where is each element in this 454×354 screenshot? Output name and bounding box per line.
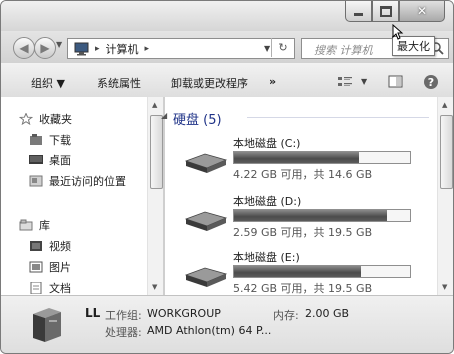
workgroup-label: 工作组: (105, 309, 142, 322)
address-bar[interactable]: ▸ 计算机 ▸ ▼ (67, 38, 295, 59)
navigation-pane: 收藏夹 下载 桌面 最近访问的位置 库 视频 图片 文档 (1, 97, 147, 295)
nav-pictures-label: 图片 (49, 261, 71, 274)
desktop-icon (29, 155, 43, 164)
collapse-group-icon[interactable]: ◢ (161, 111, 167, 120)
address-row: ◀ ▶ ▼ ▸ 计算机 ▸ ▼ ↻ 搜索 计算机 (1, 31, 453, 63)
view-dropdown[interactable]: ▼ (361, 77, 367, 86)
drive-name: 本地磁盘 (D:) (233, 195, 302, 208)
maximize-icon (379, 5, 392, 17)
drive-name: 本地磁盘 (E:) (233, 251, 300, 264)
drive-usage-fill (234, 152, 359, 163)
download-folder-icon (30, 134, 42, 145)
group-header-hard-drives[interactable]: 硬盘 (5) (173, 109, 222, 128)
nav-scrollbar[interactable]: ▲ ▼ (147, 97, 164, 295)
computer-name: LL (85, 306, 101, 320)
nav-videos-label: 视频 (49, 240, 71, 253)
back-arrow-icon: ◀ (19, 41, 29, 55)
star-icon (19, 113, 33, 125)
breadcrumb-sep-2[interactable]: ▸ (145, 44, 150, 54)
library-icon (19, 219, 33, 231)
forward-button[interactable]: ▶ (34, 37, 56, 59)
help-icon[interactable]: ? (423, 74, 439, 90)
content-pane: ◢ 硬盘 (5) 本地磁盘 (C:) 4.22 GB 可用，共 14.6 GB … (161, 97, 437, 295)
drive-usage-bar (233, 265, 411, 278)
nav-favorites[interactable]: 收藏夹 (19, 111, 72, 127)
preview-pane-icon[interactable] (388, 75, 404, 89)
search-input[interactable]: 搜索 计算机 (314, 42, 373, 58)
workgroup-value: WORKGROUP (147, 307, 221, 320)
computer-tower-icon (33, 308, 61, 342)
details-pane: LL 工作组: WORKGROUP 内存: 2.00 GB 处理器: AMD A… (1, 295, 453, 353)
scroll-down-icon[interactable]: ▼ (152, 283, 157, 291)
close-icon: ✕ (416, 4, 428, 18)
nav-videos[interactable]: 视频 (29, 238, 71, 254)
drive-usage-bar (233, 209, 411, 222)
forward-arrow-icon: ▶ (40, 41, 50, 55)
nav-documents-label: 文档 (49, 282, 71, 295)
scroll-down-icon[interactable]: ▼ (442, 283, 447, 291)
drive-item[interactable]: 本地磁盘 (E:) 5.42 GB 可用，共 19.5 GB (165, 245, 437, 301)
drive-usage-fill (234, 266, 361, 277)
document-icon (30, 282, 42, 294)
nav-downloads-label: 下载 (49, 134, 71, 147)
breadcrumb-computer[interactable]: 计算机 (106, 41, 139, 57)
recent-places-icon (29, 175, 43, 187)
memory-label: 内存: (273, 309, 299, 322)
title-bar: ✕ (1, 1, 453, 31)
scroll-up-icon[interactable]: ▲ (442, 101, 447, 109)
scroll-up-icon[interactable]: ▲ (152, 101, 157, 109)
breadcrumb-sep-1[interactable]: ▸ (95, 44, 100, 54)
group-separator (247, 117, 429, 118)
drive-usage-bar (233, 151, 411, 164)
nav-recent-places-label: 最近访问的位置 (49, 175, 126, 188)
refresh-button[interactable]: ↻ (271, 38, 294, 57)
drive-name: 本地磁盘 (C:) (233, 137, 301, 150)
minimize-icon (354, 12, 363, 16)
nav-libraries[interactable]: 库 (19, 217, 50, 233)
nav-scroll-thumb[interactable] (150, 115, 163, 189)
minimize-button[interactable] (345, 1, 372, 22)
view-icon[interactable] (337, 76, 353, 88)
nav-documents[interactable]: 文档 (29, 280, 71, 296)
command-bar: 组织 ▼ 系统属性 卸载或更改程序 » ▼ ? (1, 63, 453, 98)
back-button[interactable]: ◀ (13, 37, 35, 59)
drive-free-space: 4.22 GB 可用，共 14.6 GB (233, 168, 373, 181)
nav-recent-places[interactable]: 最近访问的位置 (29, 173, 126, 189)
mouse-cursor-icon (392, 24, 404, 40)
explorer-window: ✕ ◀ ▶ ▼ ▸ 计算机 ▸ ▼ ↻ 搜索 计算机 最大化 组织 ▼ 系统属性… (0, 0, 454, 354)
memory-value: 2.00 GB (305, 307, 350, 320)
nav-libraries-label: 库 (39, 219, 50, 232)
drive-usage-fill (234, 210, 388, 221)
picture-icon (29, 261, 43, 273)
system-properties-button[interactable]: 系统属性 (97, 75, 141, 91)
processor-label: 处理器: (105, 326, 142, 339)
processor-value: AMD Athlon(tm) 64 P... (147, 324, 272, 337)
nav-pictures[interactable]: 图片 (29, 259, 71, 275)
video-icon (30, 241, 42, 251)
drive-item[interactable]: 本地磁盘 (C:) 4.22 GB 可用，共 14.6 GB (165, 131, 437, 187)
nav-desktop[interactable]: 桌面 (29, 152, 71, 168)
maximize-button[interactable] (372, 1, 399, 22)
svg-text:?: ? (428, 76, 434, 89)
window-controls: ✕ (345, 1, 445, 22)
drive-free-space: 5.42 GB 可用，共 19.5 GB (233, 282, 373, 295)
nav-downloads[interactable]: 下载 (29, 132, 71, 148)
refresh-icon: ↻ (278, 41, 288, 54)
hard-drive-icon (184, 267, 228, 287)
drive-free-space: 2.59 GB 可用，共 19.5 GB (233, 226, 373, 239)
more-commands-button[interactable]: » (269, 75, 276, 88)
hard-drive-icon (184, 211, 228, 231)
content-scrollbar[interactable]: ▲ ▼ (437, 97, 453, 295)
hard-drive-icon (184, 153, 228, 173)
nav-desktop-label: 桌面 (49, 154, 71, 167)
drive-item[interactable]: 本地磁盘 (D:) 2.59 GB 可用，共 19.5 GB (165, 189, 437, 245)
nav-favorites-label: 收藏夹 (39, 113, 72, 126)
computer-icon (74, 42, 89, 55)
content-scroll-thumb[interactable] (440, 115, 453, 189)
close-button[interactable]: ✕ (399, 1, 445, 22)
address-dropdown[interactable]: ▼ (264, 44, 270, 53)
recent-pages-dropdown[interactable]: ▼ (56, 40, 62, 49)
organize-button[interactable]: 组织 ▼ (31, 75, 65, 91)
uninstall-program-button[interactable]: 卸载或更改程序 (171, 75, 248, 91)
